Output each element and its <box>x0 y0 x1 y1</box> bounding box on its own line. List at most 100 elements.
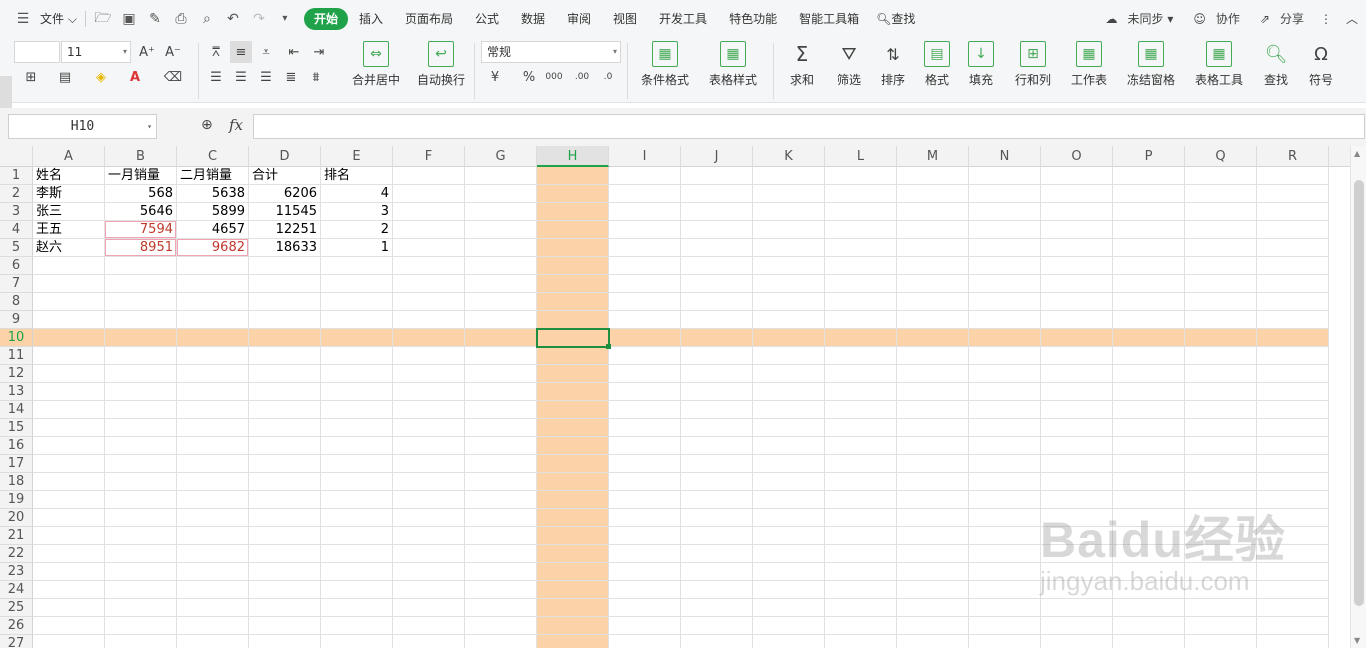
cell-n25[interactable] <box>969 599 1041 617</box>
cell-p1[interactable] <box>1113 167 1185 185</box>
cell-p22[interactable] <box>1113 545 1185 563</box>
cell-j14[interactable] <box>681 401 753 419</box>
quick-access-dropdown-icon[interactable]: ▾ <box>272 8 298 30</box>
cell-q9[interactable] <box>1185 311 1257 329</box>
cell-i20[interactable] <box>609 509 681 527</box>
zoom-icon[interactable]: ⊕ <box>201 117 213 133</box>
cell-g23[interactable] <box>465 563 537 581</box>
cell-j25[interactable] <box>681 599 753 617</box>
cell-i15[interactable] <box>609 419 681 437</box>
cell-i24[interactable] <box>609 581 681 599</box>
cell-n27[interactable] <box>969 635 1041 648</box>
undo-icon[interactable]: ↶ <box>220 8 246 30</box>
cell-g10[interactable] <box>465 329 537 347</box>
cell-h3[interactable] <box>537 203 609 221</box>
cell-l7[interactable] <box>825 275 897 293</box>
cell-h23[interactable] <box>537 563 609 581</box>
column-header-g[interactable]: G <box>465 146 537 167</box>
cell-b1[interactable]: 一月销量 <box>105 167 177 185</box>
thousands-separator-icon[interactable]: 000 <box>543 66 565 88</box>
cell-q7[interactable] <box>1185 275 1257 293</box>
cell-e20[interactable] <box>321 509 393 527</box>
conditional-format-button[interactable]: ▦ 条件格式 <box>634 41 696 88</box>
find-button[interactable]: 🔍︎ 查找 <box>1256 41 1296 88</box>
cell-h9[interactable] <box>537 311 609 329</box>
cell-o2[interactable] <box>1041 185 1113 203</box>
cell-r23[interactable] <box>1257 563 1329 581</box>
hamburger-menu-icon[interactable]: ☰ <box>10 8 36 30</box>
cell-h19[interactable] <box>537 491 609 509</box>
cell-c1[interactable]: 二月销量 <box>177 167 249 185</box>
cell-g2[interactable] <box>465 185 537 203</box>
cell-h1[interactable] <box>537 167 609 185</box>
cell-m1[interactable] <box>897 167 969 185</box>
cell-k23[interactable] <box>753 563 825 581</box>
cell-a5[interactable]: 赵六 <box>33 239 105 257</box>
cell-m16[interactable] <box>897 437 969 455</box>
cell-q19[interactable] <box>1185 491 1257 509</box>
cell-a19[interactable] <box>33 491 105 509</box>
cell-j9[interactable] <box>681 311 753 329</box>
column-header-c[interactable]: C <box>177 146 249 167</box>
cell-q3[interactable] <box>1185 203 1257 221</box>
cell-a12[interactable] <box>33 365 105 383</box>
cell-c9[interactable] <box>177 311 249 329</box>
cell-i18[interactable] <box>609 473 681 491</box>
cell-l22[interactable] <box>825 545 897 563</box>
cell-f6[interactable] <box>393 257 465 275</box>
cell-f15[interactable] <box>393 419 465 437</box>
cell-q17[interactable] <box>1185 455 1257 473</box>
cell-r4[interactable] <box>1257 221 1329 239</box>
save-icon[interactable]: ▣ <box>116 8 142 30</box>
cell-o4[interactable] <box>1041 221 1113 239</box>
cell-m14[interactable] <box>897 401 969 419</box>
font-size-select[interactable]: 11 ▾ <box>61 41 131 63</box>
cell-d6[interactable] <box>249 257 321 275</box>
cell-o8[interactable] <box>1041 293 1113 311</box>
cell-q27[interactable] <box>1185 635 1257 648</box>
cell-m11[interactable] <box>897 347 969 365</box>
format-button[interactable]: ▤ 格式 <box>918 41 956 88</box>
cell-b14[interactable] <box>105 401 177 419</box>
cell-h16[interactable] <box>537 437 609 455</box>
cell-o14[interactable] <box>1041 401 1113 419</box>
cell-f2[interactable] <box>393 185 465 203</box>
table-style-button[interactable]: ▦ 表格样式 <box>702 41 764 88</box>
cell-j26[interactable] <box>681 617 753 635</box>
cell-j18[interactable] <box>681 473 753 491</box>
column-header-q[interactable]: Q <box>1185 146 1257 167</box>
row-header[interactable]: 20 <box>0 509 33 527</box>
font-name-select[interactable] <box>14 41 60 63</box>
cell-b26[interactable] <box>105 617 177 635</box>
cell-a16[interactable] <box>33 437 105 455</box>
cell-l16[interactable] <box>825 437 897 455</box>
cell-l17[interactable] <box>825 455 897 473</box>
cell-l1[interactable] <box>825 167 897 185</box>
cell-g13[interactable] <box>465 383 537 401</box>
cell-h13[interactable] <box>537 383 609 401</box>
cell-g4[interactable] <box>465 221 537 239</box>
cell-p6[interactable] <box>1113 257 1185 275</box>
cell-c5[interactable]: 9682 <box>177 239 249 257</box>
indent-increase-icon[interactable]: ⇥ <box>308 41 330 63</box>
cell-n12[interactable] <box>969 365 1041 383</box>
tab-smart-toolbox[interactable]: 智能工具箱 <box>788 8 870 30</box>
cell-c26[interactable] <box>177 617 249 635</box>
row-header[interactable]: 10 <box>0 329 33 347</box>
cell-b25[interactable] <box>105 599 177 617</box>
cell-j15[interactable] <box>681 419 753 437</box>
cell-d10[interactable] <box>249 329 321 347</box>
cell-d13[interactable] <box>249 383 321 401</box>
cell-f12[interactable] <box>393 365 465 383</box>
cell-m18[interactable] <box>897 473 969 491</box>
cell-r3[interactable] <box>1257 203 1329 221</box>
cell-n1[interactable] <box>969 167 1041 185</box>
tab-page-layout[interactable]: 页面布局 <box>394 8 464 30</box>
cell-i17[interactable] <box>609 455 681 473</box>
tab-review[interactable]: 审阅 <box>556 8 602 30</box>
cell-k21[interactable] <box>753 527 825 545</box>
cell-b4[interactable]: 7594 <box>105 221 177 239</box>
cell-m25[interactable] <box>897 599 969 617</box>
cell-i21[interactable] <box>609 527 681 545</box>
cell-c16[interactable] <box>177 437 249 455</box>
